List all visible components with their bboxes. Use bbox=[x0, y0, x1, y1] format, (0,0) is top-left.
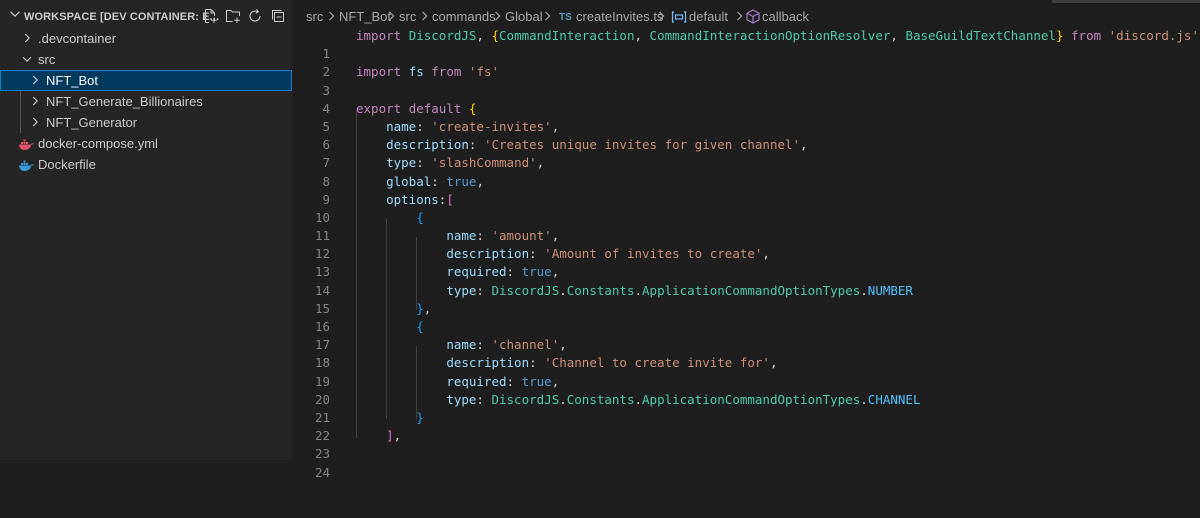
line-text: global: true, bbox=[386, 173, 484, 189]
code-line: 7 description: 'Creates unique invites f… bbox=[292, 136, 1200, 170]
chevron-right-icon bbox=[545, 11, 551, 21]
code-line: 8 type: 'slashCommand', bbox=[292, 154, 1200, 188]
line-text: description: 'Amount of invites to creat… bbox=[446, 246, 770, 262]
code-line: 2 bbox=[292, 45, 1200, 79]
code-line: 19 description: 'Channel to create invit… bbox=[292, 354, 1200, 388]
code-line: 20 required: true, bbox=[292, 373, 1200, 407]
code-line: 17 { bbox=[292, 318, 1200, 352]
chevron-right-icon bbox=[659, 11, 665, 21]
code-line: 16 }, bbox=[292, 300, 1200, 334]
line-text: options:[ bbox=[386, 191, 454, 207]
line-text: { bbox=[416, 209, 424, 225]
code-area[interactable]: 1 import DiscordJS, {CommandInteraction,… bbox=[292, 27, 1200, 480]
line-text: description: 'Channel to create invite f… bbox=[446, 355, 778, 371]
line-text: description: 'Creates unique invites for… bbox=[386, 137, 808, 153]
variable-symbol-icon bbox=[671, 11, 687, 23]
code-line: 14 required: true, bbox=[292, 263, 1200, 297]
tree-item-dockerfile[interactable]: Dockerfile bbox=[0, 154, 292, 175]
tree-item-src[interactable]: src bbox=[0, 49, 292, 70]
line-text: import DiscordJS, {CommandInteraction, C… bbox=[356, 28, 1199, 43]
new-file-icon[interactable] bbox=[202, 8, 218, 24]
code-line: 6 name: 'create-invites', bbox=[292, 118, 1200, 152]
line-text: { bbox=[416, 319, 424, 334]
chevron-right-icon bbox=[737, 11, 743, 21]
tree-item-nft-bot[interactable]: NFT_Bot bbox=[0, 70, 292, 91]
chevron-down-icon[interactable] bbox=[8, 7, 22, 21]
code-line: 3 import fs from 'fs' bbox=[292, 63, 1200, 97]
code-line: 13 description: 'Amount of invites to cr… bbox=[292, 245, 1200, 279]
chevron-right-icon bbox=[24, 33, 30, 43]
breadcrumb: src NFT_Bot src commands Global TS creat… bbox=[292, 0, 1200, 24]
code-line: 4 bbox=[292, 82, 1200, 116]
line-text: } bbox=[416, 409, 424, 425]
tree-item-devcontainer[interactable]: .devcontainer bbox=[0, 28, 292, 49]
line-text: required: true, bbox=[446, 264, 560, 280]
tree-item-label: src bbox=[38, 52, 56, 67]
line-text: import fs from 'fs' bbox=[356, 64, 500, 80]
chevron-right-icon bbox=[389, 11, 395, 21]
code-line: 12 name: 'amount', bbox=[292, 227, 1200, 261]
docker-icon bbox=[19, 160, 34, 171]
code-line: 22 } bbox=[292, 409, 1200, 443]
line-number: 24 bbox=[314, 464, 330, 480]
code-line: 23 ], bbox=[292, 427, 1200, 461]
code-line: 15 type: DiscordJS.Constants.Application… bbox=[292, 282, 1200, 316]
tree-item-label: Dockerfile bbox=[38, 157, 96, 172]
line-text: name: 'amount', bbox=[446, 228, 560, 244]
tree-item-label: NFT_Bot bbox=[46, 73, 99, 88]
chevron-right-icon bbox=[422, 11, 428, 21]
tree-item-nft-generate-billionaires[interactable]: NFT_Generate_Billionaires bbox=[0, 91, 292, 112]
new-folder-icon[interactable] bbox=[225, 8, 241, 24]
explorer-header[interactable]: WORKSPACE [DEV CONTAINER: E... bbox=[0, 0, 292, 28]
code-editor[interactable]: src NFT_Bot src commands Global TS creat… bbox=[292, 0, 1200, 480]
docker-compose-icon bbox=[19, 139, 34, 150]
chevron-right-icon bbox=[329, 11, 335, 21]
code-line: 11 { bbox=[292, 209, 1200, 243]
tree-item-label: docker-compose.yml bbox=[38, 136, 158, 151]
tree-item-label: .devcontainer bbox=[38, 31, 117, 46]
line-text: type: DiscordJS.Constants.ApplicationCom… bbox=[446, 282, 913, 298]
tree-item-docker-compose[interactable]: docker-compose.yml bbox=[0, 133, 292, 154]
tree-item-nft-generator[interactable]: NFT_Generator bbox=[0, 112, 292, 133]
chevron-right-icon bbox=[495, 11, 501, 21]
method-symbol-icon bbox=[746, 9, 760, 24]
code-line: 5 export default { bbox=[292, 100, 1200, 134]
line-text: required: true, bbox=[446, 373, 560, 389]
line-text: export default { bbox=[356, 100, 477, 116]
code-line: 21 type: DiscordJS.Constants.Application… bbox=[292, 391, 1200, 425]
code-line: 9 global: true, bbox=[292, 173, 1200, 207]
line-text: }, bbox=[416, 300, 432, 316]
code-line: 10 options:[ bbox=[292, 191, 1200, 225]
tree-item-label: NFT_Generator bbox=[46, 115, 138, 130]
collapse-all-icon[interactable] bbox=[270, 8, 286, 24]
code-line: 24 bbox=[292, 445, 1200, 480]
line-text: ], bbox=[386, 428, 402, 444]
chevron-right-icon bbox=[32, 96, 38, 106]
line-text: type: DiscordJS.Constants.ApplicationCom… bbox=[446, 391, 921, 407]
line-text: type: 'slashCommand', bbox=[386, 155, 545, 171]
line-text: name: 'create-invites', bbox=[386, 118, 560, 134]
refresh-icon[interactable] bbox=[247, 8, 263, 24]
tree-item-label: NFT_Generate_Billionaires bbox=[46, 94, 203, 109]
chevron-right-icon bbox=[32, 117, 38, 127]
explorer-sidebar: WORKSPACE [DEV CONTAINER: E... .devconta… bbox=[0, 0, 292, 460]
code-line: 18 name: 'channel', bbox=[292, 336, 1200, 370]
line-text: name: 'channel', bbox=[446, 337, 567, 353]
code-line: 1 import DiscordJS, {CommandInteraction,… bbox=[292, 27, 1200, 61]
chevron-down-icon bbox=[22, 56, 32, 62]
chevron-right-icon bbox=[32, 75, 38, 85]
